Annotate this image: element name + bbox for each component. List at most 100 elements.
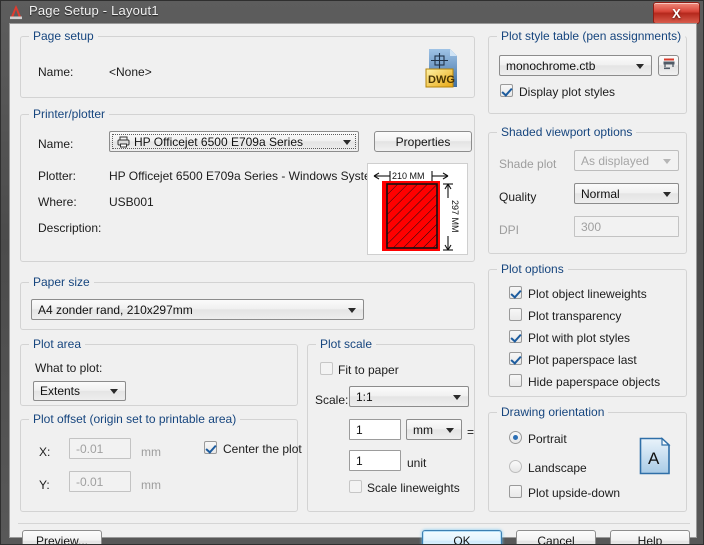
preview-button[interactable]: Preview...	[22, 530, 102, 545]
chevron-down-icon	[636, 63, 644, 69]
plotter-value: HP Officejet 6500 E709a Series - Windows…	[109, 169, 395, 183]
plot-style-editor-button[interactable]	[658, 55, 679, 76]
plot-style-value: monochrome.ctb	[506, 58, 596, 73]
equals-sign: =	[467, 425, 475, 439]
plot-paperspace-last-checkbox[interactable]	[509, 352, 522, 365]
scale-denominator-input[interactable]: 1	[349, 450, 401, 471]
drawing-orientation-group: Drawing orientation Portrait Landscape P…	[488, 405, 687, 512]
paper-size-group: Paper size A4 zonder rand, 210x297mm	[20, 275, 475, 330]
offset-y-input[interactable]: -0.01	[69, 471, 131, 492]
portrait-radio[interactable]	[509, 431, 522, 444]
scale-lineweights-checkbox[interactable]	[349, 480, 362, 493]
plot-paperspace-last-label: Plot paperspace last	[528, 353, 637, 367]
hide-paperspace-objects-checkbox[interactable]	[509, 374, 522, 387]
printer-name-value: HP Officejet 6500 E709a Series	[134, 134, 303, 149]
orientation-letter: A	[648, 449, 660, 468]
ok-button[interactable]: OK	[422, 530, 502, 545]
plot-with-plot-styles-label: Plot with plot styles	[528, 331, 631, 345]
paper-size-value: A4 zonder rand, 210x297mm	[38, 302, 193, 317]
preview-button-label: Preview...	[35, 534, 89, 545]
display-plot-styles-label: Display plot styles	[519, 85, 616, 99]
plot-object-lineweights-label: Plot object lineweights	[528, 287, 647, 301]
printer-icon	[117, 136, 130, 151]
where-value: USB001	[109, 195, 154, 209]
page-setup-name-label: Name:	[38, 65, 74, 79]
portrait-label: Portrait	[528, 432, 567, 446]
footer-divider	[18, 523, 690, 524]
what-to-plot-dropdown[interactable]: Extents	[33, 381, 126, 401]
plot-options-group-label: Plot options	[497, 262, 568, 276]
ok-button-label: OK	[453, 534, 471, 545]
scale-unit-dropdown[interactable]: mm	[406, 419, 462, 440]
offset-y-label: Y:	[39, 478, 50, 492]
cancel-button[interactable]: Cancel	[516, 530, 596, 545]
dpi-label: DPI	[499, 223, 520, 237]
svg-text:297 MM: 297 MM	[450, 200, 460, 233]
scale-lineweights-label: Scale lineweights	[367, 481, 460, 495]
plot-offset-group-label: Plot offset (origin set to printable are…	[29, 412, 241, 426]
center-the-plot-checkbox[interactable]	[204, 441, 217, 454]
plot-options-group: Plot options Plot object lineweights Plo…	[488, 262, 687, 397]
display-plot-styles-checkbox[interactable]	[500, 84, 513, 97]
paper-size-dropdown[interactable]: A4 zonder rand, 210x297mm	[31, 299, 364, 320]
help-button[interactable]: Help	[610, 530, 690, 545]
svg-text:210 MM: 210 MM	[392, 171, 425, 181]
scale-numerator-value: 1	[356, 422, 363, 437]
plot-style-dropdown[interactable]: monochrome.ctb	[499, 55, 652, 76]
page-setup-name-value: <None>	[109, 65, 152, 79]
offset-y-value: -0.01	[76, 474, 104, 489]
landscape-label: Landscape	[528, 461, 587, 475]
close-icon: X	[672, 5, 681, 21]
plot-offset-group: Plot offset (origin set to printable are…	[20, 412, 302, 512]
properties-button[interactable]: Properties	[374, 131, 472, 152]
cancel-button-label: Cancel	[537, 534, 575, 545]
plot-transparency-label: Plot transparency	[528, 309, 622, 323]
plot-scale-group-label: Plot scale	[316, 337, 377, 351]
description-label: Description:	[38, 221, 102, 235]
plot-transparency-checkbox[interactable]	[509, 308, 522, 321]
quality-dropdown[interactable]: Normal	[574, 183, 679, 204]
fit-to-paper-label: Fit to paper	[338, 363, 399, 377]
printer-name-label: Name:	[38, 137, 74, 151]
printer-name-dropdown[interactable]: HP Officejet 6500 E709a Series	[109, 131, 359, 152]
plot-object-lineweights-checkbox[interactable]	[509, 286, 522, 299]
scale-unit-value: mm	[413, 422, 433, 437]
scale-numerator-input[interactable]: 1	[349, 419, 401, 440]
landscape-radio[interactable]	[509, 460, 522, 473]
plot-area-group-label: Plot area	[29, 337, 86, 351]
chevron-down-icon	[663, 158, 671, 164]
chevron-down-icon	[663, 191, 671, 197]
dpi-input[interactable]: 300	[574, 216, 679, 237]
shaded-viewport-group: Shaded viewport options Shade plot As di…	[488, 125, 687, 254]
fit-to-paper-checkbox[interactable]	[320, 362, 333, 375]
orientation-preview-icon: A	[639, 437, 671, 475]
offset-x-input[interactable]: -0.01	[69, 438, 131, 459]
where-label: Where:	[38, 195, 77, 209]
paper-size-group-label: Paper size	[29, 275, 94, 289]
scale-label: Scale:	[315, 393, 349, 407]
plot-with-plot-styles-checkbox[interactable]	[509, 330, 522, 343]
chevron-down-icon	[446, 427, 454, 433]
printer-plotter-group: Printer/plotter Name: HP Officejet 6500 …	[20, 107, 475, 262]
orientation-group-label: Drawing orientation	[497, 405, 609, 419]
close-button[interactable]: X	[653, 2, 700, 24]
chevron-down-icon	[453, 394, 461, 400]
shaded-viewport-group-label: Shaded viewport options	[497, 125, 637, 139]
printer-group-label: Printer/plotter	[29, 107, 110, 121]
plot-scale-group: Plot scale Fit to paper Scale: 1:1 1 mm …	[307, 337, 475, 512]
autocad-a-icon	[8, 4, 24, 20]
page-setup-group-label: Page setup	[29, 29, 98, 43]
offset-x-label: X:	[39, 445, 51, 459]
page-setup-group: Page setup Name: <None> DWG	[20, 29, 475, 98]
shade-plot-label: Shade plot	[499, 157, 557, 171]
dialog-body: Page setup Name: <None> DWG Printer/plot…	[9, 23, 697, 544]
dwg-file-icon: DWG	[423, 47, 463, 89]
scale-dropdown[interactable]: 1:1	[349, 386, 469, 407]
help-button-label: Help	[637, 534, 663, 545]
shade-plot-value: As displayed	[581, 153, 650, 168]
scale-denominator-value: 1	[356, 453, 363, 468]
what-to-plot-value: Extents	[40, 384, 81, 398]
plot-upside-down-checkbox[interactable]	[509, 485, 522, 498]
plotter-label: Plotter:	[38, 169, 77, 183]
shade-plot-dropdown[interactable]: As displayed	[574, 150, 679, 171]
